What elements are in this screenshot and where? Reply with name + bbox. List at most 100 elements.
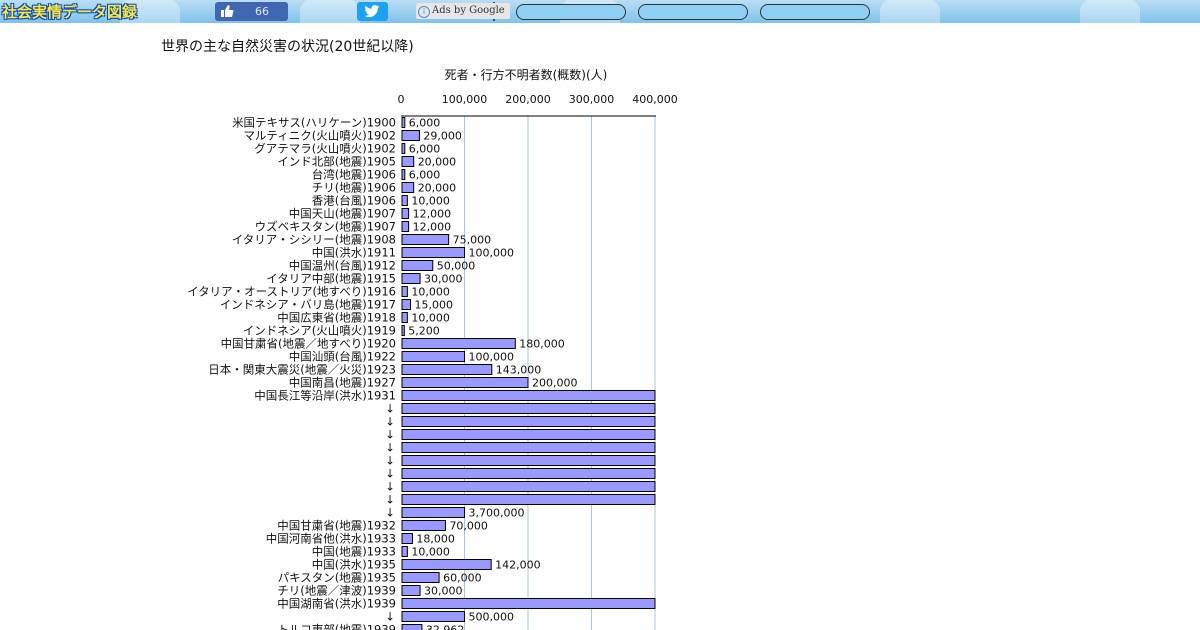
value-label: 18,000 [416,533,455,546]
category-label: 中国(地震)1933 [312,545,396,559]
value-label: 15,000 [415,299,454,312]
x-tick-label: 300,000 [569,93,615,106]
category-label: 台湾(地震)1906 [312,168,396,182]
category-label: マルティニク(火山噴火)1902 [243,129,396,143]
bar [401,338,516,349]
category-label: 中国長江等沿岸(洪水)1931 [254,389,396,403]
bar [401,533,413,544]
value-label: 10,000 [411,195,450,208]
category-label: イタリア中部(地震)1915 [266,272,396,286]
category-label: 日本・関東大震災(地震／火災)1923 [208,363,396,377]
category-label: 中国天山(地震)1907 [289,207,396,221]
x-axis-title: 死者・行方不明者数(概数)(人) [445,67,608,82]
bar [401,286,408,297]
bar [401,182,415,193]
bar [401,585,421,596]
bar [401,260,434,271]
category-label: 米国テキサス(ハリケーン)1900 [232,116,396,130]
value-label: 10,000 [411,312,450,325]
continuation-arrow: ↓ [385,493,395,507]
bar [401,546,408,557]
category-label: チリ(地震)1906 [312,181,396,195]
bar [401,169,406,180]
x-tick-label: 0 [398,93,405,106]
value-label: 3,700,000 [469,507,525,520]
continuation-arrow: ↓ [385,480,395,494]
category-label: イタリア・シシリー(地震)1908 [232,233,396,247]
value-label: 29,000 [423,130,462,143]
category-label: 中国汕頭(台風)1922 [289,350,396,364]
value-label: 6,000 [409,169,441,182]
value-label: 6,000 [409,143,441,156]
category-label: 中国温州(台風)1912 [289,259,396,273]
category-label: 中国(洪水)1911 [312,246,396,260]
bar [401,117,406,128]
x-tick-label: 400,000 [632,93,678,106]
bar [401,390,656,401]
bar [401,442,656,453]
value-label: 20,000 [418,182,457,195]
bar [401,325,405,336]
category-label: 中国河南省他(洪水)1933 [266,532,396,546]
category-label: 中国甘粛省(地震／地すべり)1920 [221,337,396,351]
continuation-arrow: ↓ [385,454,395,468]
value-label: 500,000 [469,611,515,624]
category-label: インドネシア(火山噴火)1919 [243,324,396,338]
value-label: 32,962 [426,624,465,630]
category-label: チリ(地震／津波)1939 [277,584,396,598]
continuation-arrow: ↓ [385,441,395,455]
category-label: パキスタン(地震)1935 [278,571,396,585]
bar [401,403,656,414]
bar [401,611,465,622]
bar [401,299,412,310]
continuation-arrow: ↓ [385,428,395,442]
value-label: 100,000 [469,247,515,260]
value-label: 75,000 [453,234,492,247]
category-label: グアテマラ(火山噴火)1902 [254,142,396,156]
value-label: 70,000 [449,520,488,533]
continuation-arrow: ↓ [385,506,395,520]
value-label: 180,000 [519,338,565,351]
value-label: 60,000 [443,572,482,585]
category-label: 中国湖南省(洪水)1939 [277,597,396,611]
bar [401,208,410,219]
category-label: インド北部(地震)1905 [277,155,396,169]
bar [401,143,406,154]
value-label: 10,000 [411,286,450,299]
bar [401,624,423,630]
bar [401,377,529,388]
bar [401,429,656,440]
value-label: 100,000 [469,351,515,364]
value-label: 30,000 [424,273,463,286]
value-label: 200,000 [532,377,578,390]
value-label: 5,200 [408,325,440,338]
continuation-arrow: ↓ [385,415,395,429]
bar-chart: 死者・行方不明者数(概数)(人) 0 100,000 200,000 300,000 40… [187,67,678,630]
value-label: 6,000 [409,117,441,130]
bar [401,416,656,427]
bar [401,507,465,518]
bar [401,156,415,167]
bar [401,234,450,245]
bar [401,247,465,258]
bar [401,195,408,206]
bar [401,559,492,570]
category-label: 中国南昌(地震)1927 [289,376,396,390]
x-tick-label: 200,000 [505,93,551,106]
value-label: 30,000 [424,585,463,598]
category-label: ウズベキスタン(地震)1907 [255,220,396,234]
bar [401,572,440,583]
continuation-arrow: ↓ [385,467,395,481]
bar [401,130,420,141]
bar [401,455,656,466]
category-label: 中国広東省(地震)1918 [277,311,396,325]
bar [401,598,656,609]
bar [401,481,656,492]
value-label: 143,000 [496,364,542,377]
value-label: 50,000 [437,260,476,273]
continuation-arrow: ↓ [385,610,395,624]
value-label: 142,000 [495,559,541,572]
category-label: イタリア・オーストリア(地すべり)1916 [187,285,396,299]
category-label: 中国(洪水)1935 [312,558,396,572]
category-label: インドネシア・バリ島(地震)1917 [220,298,396,312]
